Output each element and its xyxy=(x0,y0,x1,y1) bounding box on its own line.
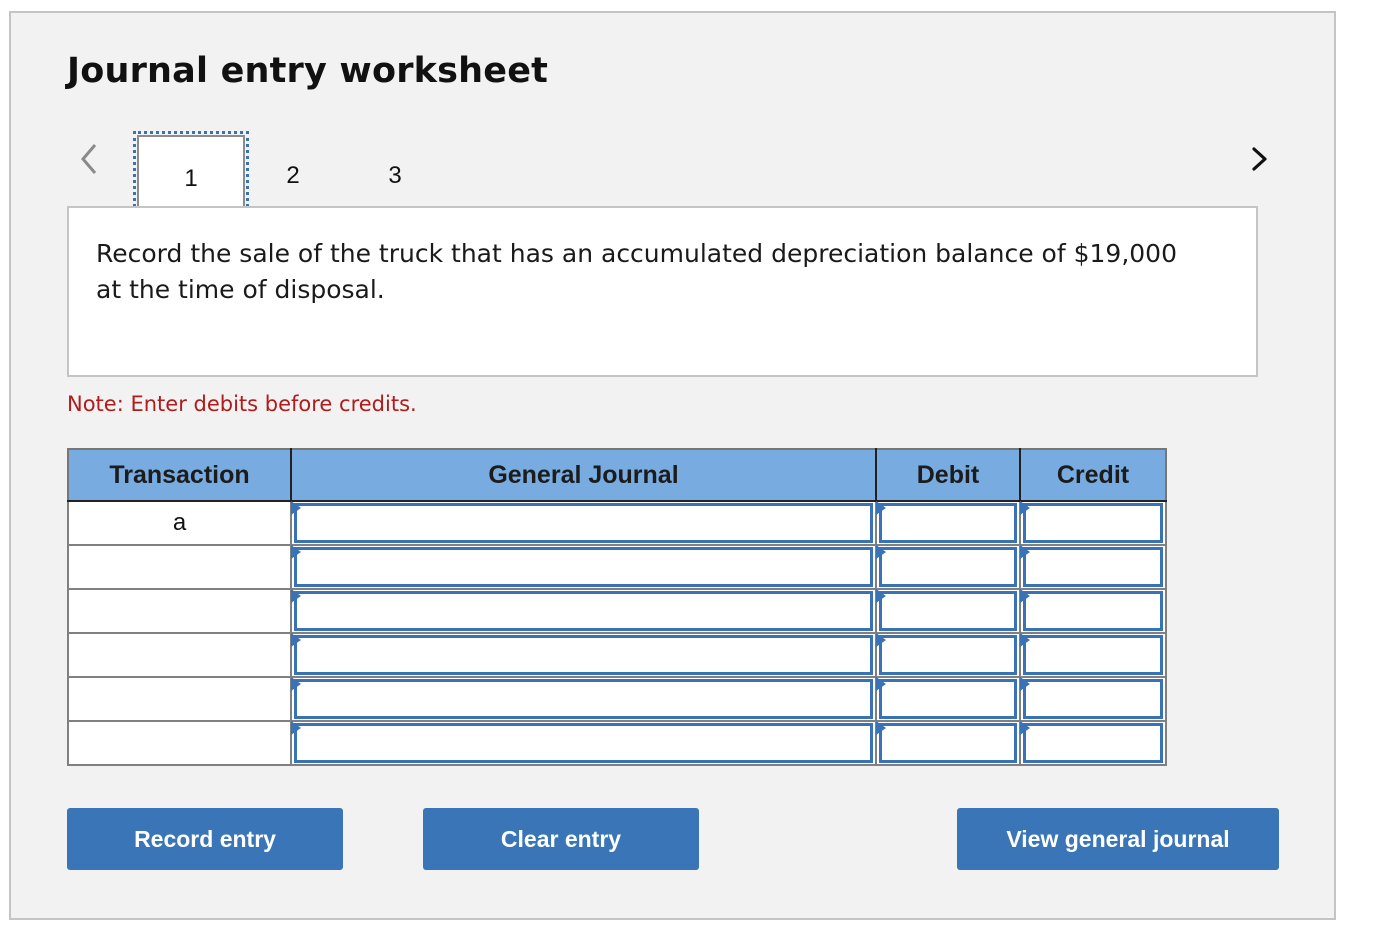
debit-cell xyxy=(875,500,1021,546)
table-row xyxy=(67,720,1167,766)
credit-input[interactable] xyxy=(1023,635,1163,675)
note-text: Note: Enter debits before credits. xyxy=(67,392,417,416)
table-row xyxy=(67,544,1167,590)
credit-cell xyxy=(1019,676,1167,722)
debit-cell xyxy=(875,720,1021,766)
account-input[interactable] xyxy=(294,635,873,675)
dropdown-indicator-icon xyxy=(876,589,886,603)
debit-input[interactable] xyxy=(879,503,1017,543)
credit-cell xyxy=(1019,588,1167,634)
prev-button[interactable] xyxy=(73,139,103,179)
worksheet-panel: Journal entry worksheet 1 2 3 Record the… xyxy=(9,11,1336,920)
account-input[interactable] xyxy=(294,723,873,763)
page-title: Journal entry worksheet xyxy=(67,51,549,91)
chevron-right-icon xyxy=(1252,147,1267,171)
header-transaction: Transaction xyxy=(68,449,292,502)
account-cell xyxy=(290,544,877,590)
debit-cell xyxy=(875,676,1021,722)
debit-cell xyxy=(875,632,1021,678)
dropdown-indicator-icon xyxy=(1020,501,1030,515)
table-row xyxy=(67,588,1167,634)
credit-cell xyxy=(1019,544,1167,590)
credit-input[interactable] xyxy=(1023,591,1163,631)
account-cell xyxy=(290,500,877,546)
dropdown-indicator-icon xyxy=(876,677,886,691)
debit-input[interactable] xyxy=(879,679,1017,719)
dropdown-indicator-icon xyxy=(876,545,886,559)
header-debit: Debit xyxy=(875,449,1021,502)
table-header-row: Transaction General Journal Debit Credit xyxy=(68,449,1166,502)
transaction-cell xyxy=(67,720,292,766)
header-general-journal: General Journal xyxy=(290,449,877,502)
account-input[interactable] xyxy=(294,591,873,631)
debit-input[interactable] xyxy=(879,723,1017,763)
header-credit: Credit xyxy=(1019,449,1166,502)
dropdown-indicator-icon xyxy=(1020,633,1030,647)
dropdown-indicator-icon xyxy=(1020,677,1030,691)
dropdown-indicator-icon xyxy=(876,721,886,735)
transaction-cell xyxy=(67,544,292,590)
account-cell xyxy=(290,720,877,766)
clear-entry-button[interactable]: Clear entry xyxy=(423,808,699,870)
question-text: Record the sale of the truck that has an… xyxy=(96,239,1177,304)
credit-input[interactable] xyxy=(1023,503,1163,543)
table-row: a xyxy=(67,500,1167,546)
account-input[interactable] xyxy=(294,503,873,543)
next-button[interactable] xyxy=(1244,139,1274,179)
debit-cell xyxy=(875,544,1021,590)
table-row xyxy=(67,676,1167,722)
credit-cell xyxy=(1019,720,1167,766)
dropdown-indicator-icon xyxy=(291,501,301,515)
account-cell xyxy=(290,676,877,722)
dropdown-indicator-icon xyxy=(291,677,301,691)
dropdown-indicator-icon xyxy=(876,501,886,515)
dropdown-indicator-icon xyxy=(291,589,301,603)
transaction-cell xyxy=(67,676,292,722)
transaction-cell: a xyxy=(67,500,292,546)
debit-input[interactable] xyxy=(879,591,1017,631)
chevron-left-icon xyxy=(81,144,97,174)
dropdown-indicator-icon xyxy=(1020,545,1030,559)
dropdown-indicator-icon xyxy=(1020,721,1030,735)
debit-cell xyxy=(875,588,1021,634)
dropdown-indicator-icon xyxy=(291,721,301,735)
view-general-journal-button[interactable]: View general journal xyxy=(957,808,1279,870)
dropdown-indicator-icon xyxy=(876,633,886,647)
transaction-cell xyxy=(67,588,292,634)
record-entry-button[interactable]: Record entry xyxy=(67,808,343,870)
credit-cell xyxy=(1019,500,1167,546)
account-cell xyxy=(290,632,877,678)
table-row xyxy=(67,632,1167,678)
account-input[interactable] xyxy=(294,547,873,587)
credit-input[interactable] xyxy=(1023,723,1163,763)
debit-input[interactable] xyxy=(879,635,1017,675)
credit-input[interactable] xyxy=(1023,679,1163,719)
question-box: Record the sale of the truck that has an… xyxy=(67,206,1258,377)
debit-input[interactable] xyxy=(879,547,1017,587)
account-cell xyxy=(290,588,877,634)
transaction-cell xyxy=(67,632,292,678)
journal-table: Transaction General Journal Debit Credit… xyxy=(67,448,1167,766)
dropdown-indicator-icon xyxy=(291,633,301,647)
credit-input[interactable] xyxy=(1023,547,1163,587)
account-input[interactable] xyxy=(294,679,873,719)
dropdown-indicator-icon xyxy=(1020,589,1030,603)
credit-cell xyxy=(1019,632,1167,678)
dropdown-indicator-icon xyxy=(291,545,301,559)
